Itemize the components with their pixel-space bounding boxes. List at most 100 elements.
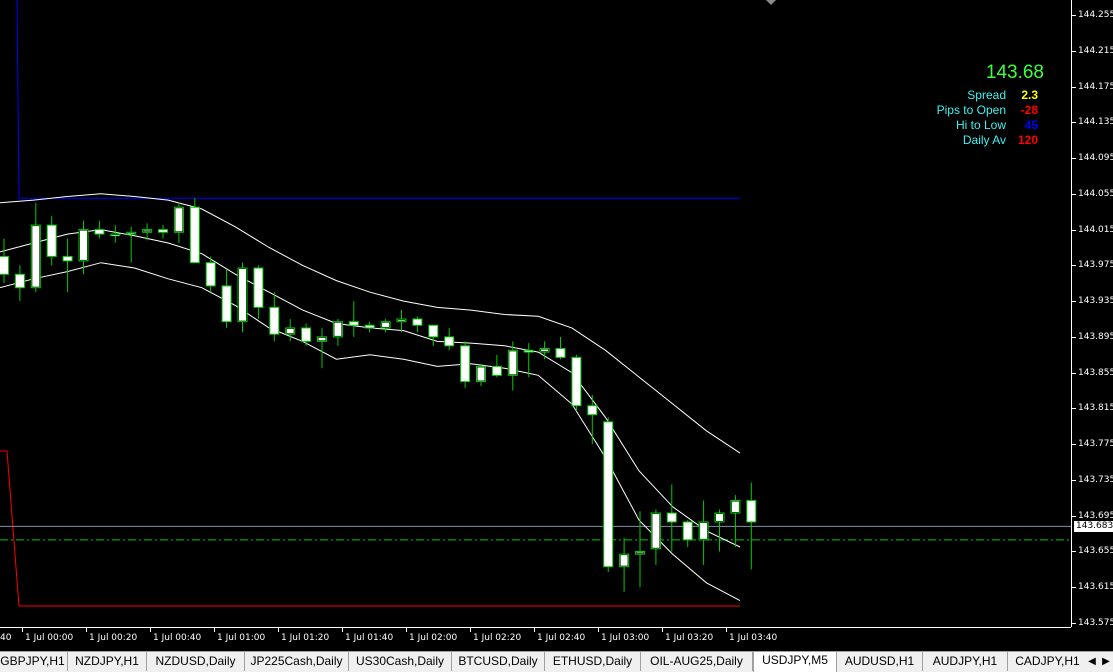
time-tick-label: 1 Jul 01:40 bbox=[345, 633, 394, 643]
candle-body-fill bbox=[382, 322, 390, 327]
candle-body bbox=[460, 345, 471, 383]
envelope-middle-line bbox=[0, 229, 741, 548]
price-tick-label: 143.895 bbox=[1078, 331, 1113, 342]
info-label-daily-av: Daily Av bbox=[962, 133, 1006, 147]
time-tick-mark bbox=[534, 628, 535, 632]
tab-scroll-left-button[interactable]: ◀ bbox=[1085, 652, 1099, 671]
price-tick-label: 143.855 bbox=[1078, 367, 1113, 378]
candle-body-fill bbox=[286, 328, 294, 334]
candle-body-fill bbox=[620, 555, 628, 566]
price-tick-mark bbox=[1072, 50, 1076, 52]
daily-high-line bbox=[16, 0, 740, 199]
candle-body-fill bbox=[636, 552, 644, 554]
candle-body-fill bbox=[32, 226, 40, 287]
price-tick-label: 143.615 bbox=[1078, 582, 1113, 593]
info-label-spread: Spread bbox=[967, 88, 1006, 102]
candle-body bbox=[14, 273, 25, 289]
candle-body bbox=[348, 321, 359, 326]
chart-area[interactable] bbox=[0, 0, 1071, 627]
chart-shift-marker[interactable] bbox=[766, 0, 776, 5]
price-tick-mark bbox=[1072, 551, 1076, 553]
time-tick-label: 1 Jul 02:00 bbox=[409, 633, 458, 643]
time-tick-label: 1 Jul 03:20 bbox=[665, 633, 714, 643]
candle-body bbox=[364, 324, 375, 329]
candle-body-fill bbox=[731, 501, 739, 513]
time-tick-mark bbox=[214, 628, 215, 632]
time-axis: 40 1 Jul 00:00 1 Jul 00:20 1 Jul 00:40 1 Jul… bbox=[0, 627, 1071, 652]
candle-body bbox=[587, 405, 598, 416]
candle-body bbox=[666, 512, 677, 523]
chart-tab-bar: GBPJPY,H1 NZDJPY,H1 NZDUSD,Daily JP225Ca… bbox=[0, 651, 1113, 672]
candle-body bbox=[412, 318, 423, 326]
price-scale[interactable]: 144.255 144.215 144.175 144.135 144.095 144.0… bbox=[1071, 0, 1113, 628]
time-tick-mark bbox=[86, 628, 87, 632]
tab-gbpjpy-h1[interactable]: GBPJPY,H1 bbox=[0, 652, 68, 671]
time-tick-mark bbox=[150, 628, 151, 632]
time-tick-label: 1 Jul 00:20 bbox=[89, 633, 138, 643]
candle-body-fill bbox=[716, 514, 723, 521]
price-tick-mark bbox=[1072, 15, 1076, 16]
current-price-tag: 143.683 bbox=[1074, 521, 1113, 533]
info-label-hi-to-low: Hi to Low bbox=[955, 118, 1006, 132]
time-tick-label: 1 Jul 03:00 bbox=[601, 633, 650, 643]
price-tick-mark bbox=[1072, 301, 1076, 303]
price-tick-mark bbox=[1072, 158, 1076, 160]
candle-body bbox=[491, 365, 502, 376]
price-tick-label: 143.575 bbox=[1078, 618, 1113, 628]
daily-low-line bbox=[0, 450, 740, 607]
candle-body-fill bbox=[175, 208, 183, 232]
candle-body-fill bbox=[700, 522, 708, 539]
candle-body-fill bbox=[509, 351, 517, 375]
price-chart[interactable] bbox=[0, 0, 1071, 627]
candle-body-fill bbox=[143, 230, 151, 232]
candle-body bbox=[253, 267, 264, 308]
price-tick-label: 144.055 bbox=[1078, 188, 1113, 199]
info-label-pips-to-open: Pips to Open bbox=[936, 103, 1006, 117]
time-tick-mark bbox=[22, 628, 23, 632]
tab-cadjpy-h1[interactable]: CADJPY,H1 bbox=[1008, 652, 1088, 671]
tab-us30cash-daily[interactable]: US30Cash,Daily bbox=[349, 652, 452, 671]
candle-body bbox=[523, 349, 534, 353]
price-tick-mark bbox=[1072, 86, 1076, 88]
candle-body bbox=[62, 255, 73, 262]
candle-body-fill bbox=[239, 269, 246, 321]
candle-body bbox=[301, 327, 312, 342]
tab-audjpy-h1[interactable]: AUDJPY,H1 bbox=[923, 652, 1008, 671]
info-row-hi-to-low: Hi to Low 45 bbox=[930, 118, 1044, 133]
tab-btcusd-daily[interactable]: BTCUSD,Daily bbox=[452, 652, 545, 671]
tab-audusd-h1[interactable]: AUDUSD,H1 bbox=[837, 652, 923, 671]
candle-body bbox=[205, 262, 216, 287]
candle-body bbox=[94, 229, 105, 235]
time-tick-mark bbox=[342, 628, 343, 632]
info-value-pips-to-open: -28 bbox=[1020, 103, 1038, 117]
price-tick-label: 144.215 bbox=[1078, 45, 1113, 56]
price-tick-label: 144.095 bbox=[1078, 153, 1113, 164]
price-tick-mark bbox=[1072, 408, 1076, 410]
info-value-daily-av: 120 bbox=[1017, 133, 1038, 147]
price-tick-label: 143.975 bbox=[1078, 260, 1113, 271]
info-row-pips-to-open: Pips to Open -28 bbox=[930, 103, 1044, 118]
tab-usdjpy-m5[interactable]: USDJPY,M5 bbox=[753, 652, 837, 672]
candle-body bbox=[444, 336, 455, 347]
time-tick-label: 1 Jul 01:20 bbox=[281, 633, 330, 643]
candle-body bbox=[269, 306, 280, 335]
tab-nzdusd-daily[interactable]: NZDUSD,Daily bbox=[147, 652, 245, 671]
time-tick-mark bbox=[598, 628, 599, 632]
tab-ethusd-daily[interactable]: ETHUSD,Daily bbox=[545, 652, 641, 671]
tab-nzdjpy-h1[interactable]: NZDJPY,H1 bbox=[68, 652, 147, 671]
price-tick-mark bbox=[1072, 193, 1076, 195]
tab-scroll-right-button[interactable]: ▶ bbox=[1099, 652, 1113, 671]
candle-body bbox=[603, 421, 614, 568]
price-tick-label: 144.175 bbox=[1078, 81, 1113, 92]
tab-jp225cash-daily[interactable]: JP225Cash,Daily bbox=[245, 652, 349, 671]
candle-body-fill bbox=[334, 322, 342, 336]
price-tick-mark bbox=[1072, 122, 1076, 124]
candle-body bbox=[746, 500, 757, 523]
time-tick-mark bbox=[726, 628, 727, 632]
time-tick-mark bbox=[278, 628, 279, 632]
price-tick-mark bbox=[1072, 479, 1076, 481]
candle-body bbox=[555, 348, 566, 358]
price-tick-label: 144.255 bbox=[1078, 10, 1113, 20]
tab-oil-aug25-daily[interactable]: OIL-AUG25,Daily bbox=[641, 652, 753, 671]
price-tick-label: 143.695 bbox=[1078, 510, 1113, 521]
